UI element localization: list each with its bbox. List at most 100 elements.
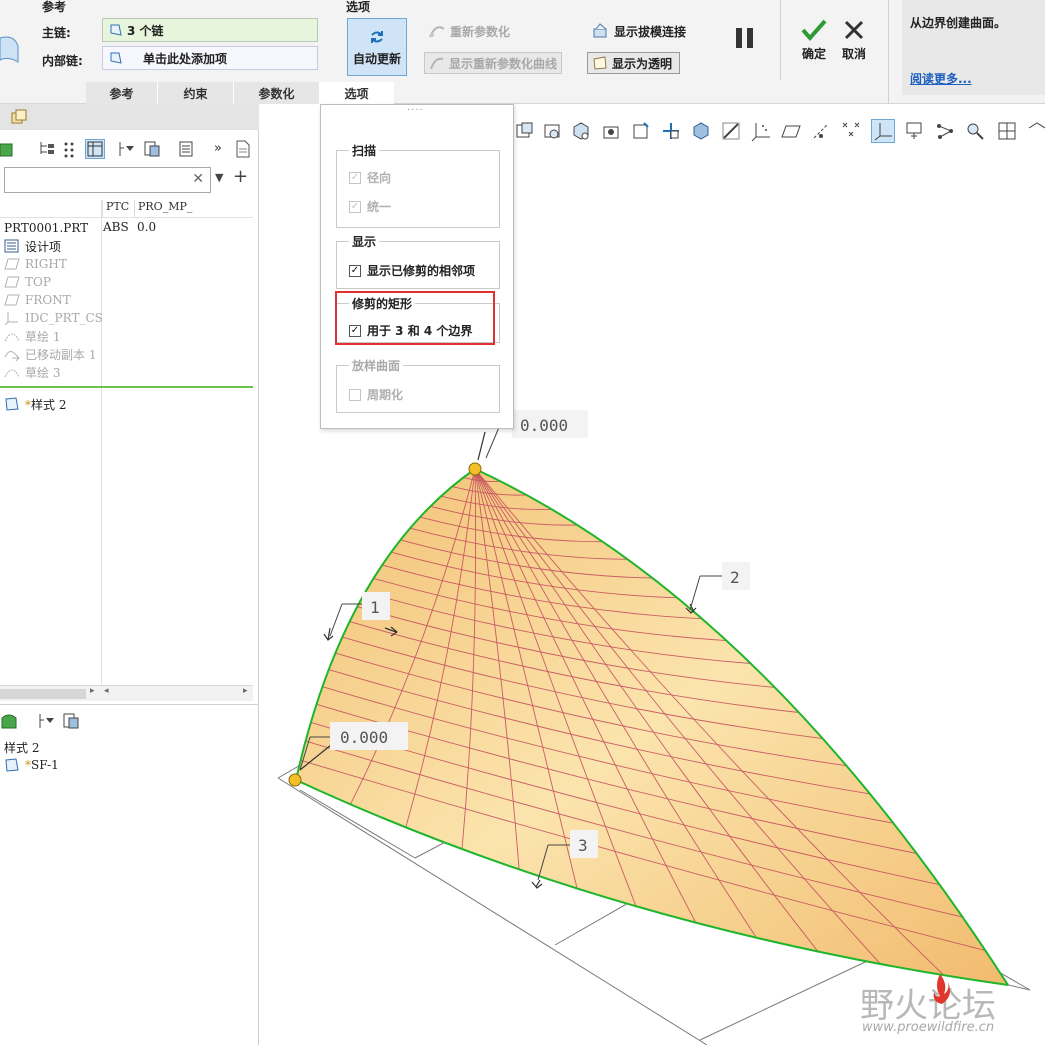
axis-display-icon[interactable]	[810, 120, 832, 142]
dimension-value[interactable]: 0.000	[340, 728, 388, 747]
tab-constraints[interactable]: 约束	[158, 82, 234, 104]
section-icon[interactable]	[720, 120, 742, 142]
sketch-icon	[4, 369, 20, 378]
tree-item-csys[interactable]: IDC_PRT_CS	[4, 309, 103, 327]
plane-display-icon[interactable]	[780, 120, 802, 142]
chain-label-3[interactable]: 3	[578, 836, 588, 855]
layer-tree-icon[interactable]	[0, 712, 18, 730]
settings-icon[interactable]	[143, 140, 161, 158]
pause-button[interactable]	[724, 18, 766, 58]
model-icon[interactable]	[0, 140, 18, 158]
tab-references[interactable]: 参考	[86, 82, 158, 104]
shading-icon[interactable]	[690, 120, 712, 142]
chain-label-2[interactable]: 2	[730, 568, 740, 587]
show-trimmed-adjacent-option[interactable]: ✓ 显示已修剪的相邻项	[349, 262, 475, 279]
inner-chain-label: 内部链:	[42, 54, 83, 68]
loft-group: 放样曲面 周期化	[336, 357, 500, 413]
tab-options[interactable]: 选项	[320, 82, 394, 104]
chevron-down-icon[interactable]: ▼	[215, 171, 223, 184]
header-divider	[0, 217, 253, 218]
tree-item-sketch-3[interactable]: 草绘 3	[4, 363, 60, 381]
point-display-icon[interactable]	[840, 120, 862, 142]
radial-option[interactable]: ✓ 径向	[349, 169, 391, 186]
tree-item-label: *SF-1	[25, 758, 59, 772]
inner-chain-field[interactable]: 单击此处添加项	[102, 46, 318, 70]
insert-here-line[interactable]	[0, 386, 253, 388]
cancel-button[interactable]: 取消	[834, 14, 874, 66]
tree-item-design[interactable]: 设计项	[4, 237, 61, 255]
read-more-link[interactable]: 阅读更多...	[910, 70, 972, 87]
uniform-option[interactable]: ✓ 统一	[349, 198, 391, 215]
auto-update-button[interactable]: 自动更新	[347, 18, 407, 76]
checkbox[interactable]: ✓	[349, 264, 361, 277]
periodic-option[interactable]: 周期化	[349, 386, 403, 403]
scroll-right-icon[interactable]: ▸	[243, 686, 248, 696]
tab-parameterization[interactable]: 参数化	[234, 82, 320, 104]
checkbox[interactable]: ✓	[349, 171, 361, 184]
vertex-handle[interactable]	[468, 462, 482, 476]
csys-display-icon[interactable]	[750, 120, 772, 142]
cell-pro-mp: 0.0	[137, 220, 157, 234]
scrollbar-thumb[interactable]	[0, 689, 86, 699]
more-icon[interactable]: »	[214, 141, 222, 156]
tree-search-input[interactable]: ✕	[4, 167, 211, 193]
document-icon[interactable]	[234, 140, 252, 158]
horizontal-scrollbar[interactable]: ▸ ◂ ▸	[0, 685, 253, 701]
reparam-button[interactable]: 重新参数化	[424, 20, 514, 42]
display-group-title: 显示	[349, 233, 380, 250]
tree-item-style-2[interactable]: *样式 2	[4, 395, 66, 413]
layers-icon[interactable]	[10, 108, 28, 126]
tree-item-sketch-1[interactable]: 草绘 1	[4, 327, 60, 345]
column-header-pro-mp[interactable]: PRO_MP_	[134, 200, 200, 218]
list-icon[interactable]	[177, 140, 195, 158]
show-draft-connection-button[interactable]: 显示拔模连接	[588, 20, 690, 42]
lower-tree-item-sf1[interactable]: *SF-1	[4, 756, 59, 774]
main-chain-value: 3 个链	[127, 23, 164, 38]
transparent-icon	[593, 56, 607, 70]
spin-center-icon[interactable]	[600, 120, 622, 142]
filter-icon[interactable]	[38, 712, 56, 730]
perspective-icon[interactable]	[570, 120, 592, 142]
tree-structure-icon[interactable]	[38, 140, 56, 158]
checkbox[interactable]	[349, 388, 361, 401]
inspect-icon[interactable]	[964, 120, 986, 142]
scroll-right-icon[interactable]: ▸	[90, 686, 95, 696]
annotation-display-icon[interactable]	[904, 120, 926, 142]
tree-item-front[interactable]: FRONT	[4, 291, 71, 309]
lower-tree-root[interactable]: 样式 2	[4, 738, 39, 756]
dot-grid-icon[interactable]	[62, 140, 80, 158]
view-manager-icon[interactable]	[542, 120, 564, 142]
more-tools-icon[interactable]	[1026, 120, 1045, 142]
options-panel: ···· 扫描 ✓ 径向 ✓ 统一 显示 ✓ 显示已修剪的相邻项 修剪的矩形 ✓	[320, 104, 514, 429]
spin-center-toggle-icon[interactable]	[871, 119, 895, 143]
datum-display-icon[interactable]	[660, 120, 682, 142]
column-header-ptc[interactable]: PTC	[102, 200, 134, 218]
vertex-handle[interactable]	[288, 773, 302, 787]
settings-icon[interactable]	[62, 712, 80, 730]
node-link-icon[interactable]	[934, 120, 956, 142]
tree-item-moved-copy[interactable]: 已移动副本 1	[4, 345, 96, 363]
tree-item-right[interactable]: RIGHT	[4, 255, 67, 273]
checkbox[interactable]: ✓	[349, 200, 361, 213]
scroll-left-icon[interactable]: ◂	[104, 686, 109, 696]
repaint-icon[interactable]	[630, 120, 652, 142]
clear-icon[interactable]: ✕	[192, 171, 204, 187]
columns-icon[interactable]	[85, 139, 105, 159]
saved-views-icon[interactable]	[514, 120, 536, 142]
add-icon[interactable]: +	[233, 166, 248, 187]
tree-item-label: *样式 2	[25, 397, 67, 412]
ok-button[interactable]: 确定	[794, 14, 834, 66]
show-transparent-button[interactable]: 显示为透明	[587, 52, 680, 74]
pane-splitter[interactable]	[0, 704, 259, 705]
main-chain-field[interactable]: 3 个链	[102, 18, 318, 42]
drag-handle-icon[interactable]: ····	[407, 105, 424, 116]
chain-label-1[interactable]: 1	[370, 598, 380, 617]
tree-item-top[interactable]: TOP	[4, 273, 51, 291]
grid-icon[interactable]	[996, 120, 1018, 142]
filter-icon[interactable]	[118, 140, 136, 158]
dimension-value[interactable]: 0.000	[520, 416, 568, 435]
watermark-url: www.proewildfire.cn	[862, 1020, 995, 1035]
show-reparam-curves-button[interactable]: 显示重新参数化曲线	[424, 52, 563, 74]
chain-icon	[110, 24, 122, 36]
tree-root[interactable]: PRT0001.PRT	[4, 219, 88, 237]
